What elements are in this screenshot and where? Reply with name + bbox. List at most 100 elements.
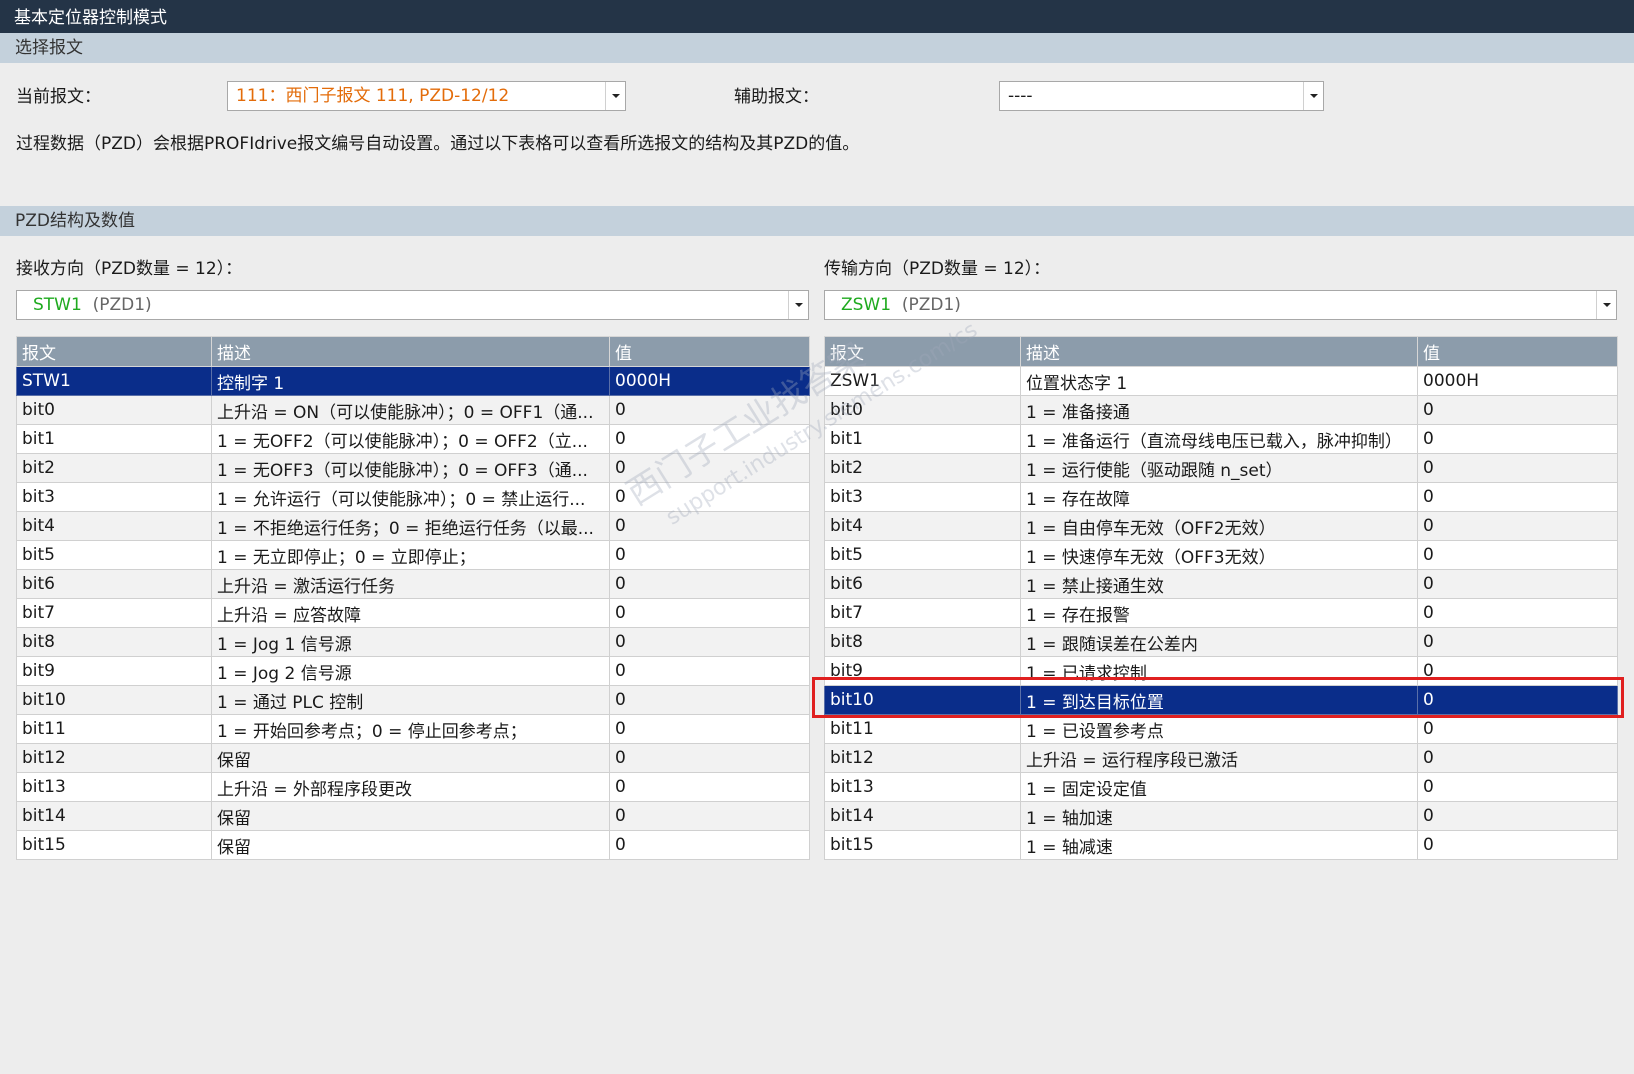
table-row[interactable]: bit2 1 = 无OFF3（可以使能脉冲）；0 = OFF3（通... 0 xyxy=(16,453,810,483)
table-row[interactable]: bit9 1 = 已请求控制 0 xyxy=(824,656,1618,686)
cell-description: 保留 xyxy=(211,801,610,831)
cell-description: 1 = Jog 2 信号源 xyxy=(211,656,610,686)
column-header[interactable]: 描述 xyxy=(1020,336,1418,367)
table-row[interactable]: bit4 1 = 自由停车无效（OFF2无效） 0 xyxy=(824,511,1618,541)
cell-description: 保留 xyxy=(211,830,610,860)
receive-pzd-select[interactable]: STW1 (PZD1) xyxy=(16,290,809,320)
cell-description: 1 = 准备运行（直流母线电压已载入，脉冲抑制） xyxy=(1020,424,1418,454)
table-row[interactable]: bit2 1 = 运行使能（驱动跟随 n_set） 0 xyxy=(824,453,1618,483)
cell-value: 0 xyxy=(609,424,810,454)
cell-description: 1 = 跟随误差在公差内 xyxy=(1020,627,1418,657)
cell-signal: bit15 xyxy=(16,830,212,860)
cell-value: 0 xyxy=(1417,395,1618,425)
cell-value: 0 xyxy=(1417,830,1618,860)
cell-signal: bit8 xyxy=(16,627,212,657)
column-header[interactable]: 描述 xyxy=(211,336,610,367)
cell-value: 0 xyxy=(609,598,810,628)
cell-value: 0 xyxy=(1417,453,1618,483)
cell-description: 1 = 禁止接通生效 xyxy=(1020,569,1418,599)
cell-signal: bit7 xyxy=(16,598,212,628)
table-row[interactable]: bit11 1 = 开始回参考点；0 = 停止回参考点； 0 xyxy=(16,714,810,744)
aux-telegram-select[interactable]: ---- xyxy=(999,81,1324,111)
table-row[interactable]: bit3 1 = 存在故障 0 xyxy=(824,482,1618,512)
cell-signal: bit3 xyxy=(16,482,212,512)
table-row[interactable]: STW1 控制字 1 0000H xyxy=(16,366,810,396)
cell-signal: bit5 xyxy=(16,540,212,570)
table-row[interactable]: bit0 上升沿 = ON（可以使能脉冲）；0 = OFF1（通... 0 xyxy=(16,395,810,425)
table-row[interactable]: bit13 1 = 固定设定值 0 xyxy=(824,772,1618,802)
cell-signal: bit0 xyxy=(824,395,1021,425)
table-row[interactable]: bit7 1 = 存在报警 0 xyxy=(824,598,1618,628)
chevron-down-icon[interactable] xyxy=(605,82,625,110)
cell-value: 0000H xyxy=(1417,366,1618,396)
cell-description: 1 = 固定设定值 xyxy=(1020,772,1418,802)
cell-value: 0000H xyxy=(609,366,810,396)
cell-value: 0 xyxy=(1417,569,1618,599)
table-row[interactable]: bit8 1 = 跟随误差在公差内 0 xyxy=(824,627,1618,657)
table-row[interactable]: bit9 1 = Jog 2 信号源 0 xyxy=(16,656,810,686)
table-row[interactable]: bit0 1 = 准备接通 0 xyxy=(824,395,1618,425)
cell-description: 位置状态字 1 xyxy=(1020,366,1418,396)
table-row[interactable]: bit10 1 = 通过 PLC 控制 0 xyxy=(16,685,810,715)
cell-description: 1 = 开始回参考点；0 = 停止回参考点； xyxy=(211,714,610,744)
cell-description: 1 = 无OFF3（可以使能脉冲）；0 = OFF3（通... xyxy=(211,453,610,483)
table-row[interactable]: bit6 上升沿 = 激活运行任务 0 xyxy=(16,569,810,599)
column-header[interactable]: 值 xyxy=(609,336,810,367)
table-row[interactable]: bit14 1 = 轴加速 0 xyxy=(824,801,1618,831)
cell-value: 0 xyxy=(609,482,810,512)
table-row[interactable]: bit12 保留 0 xyxy=(16,743,810,773)
cell-value: 0 xyxy=(1417,598,1618,628)
table-row[interactable]: bit1 1 = 无OFF2（可以使能脉冲）；0 = OFF2（立... 0 xyxy=(16,424,810,454)
cell-signal: bit0 xyxy=(16,395,212,425)
info-text: 过程数据（PZD）会根据PROFIdrive报文编号自动设置。通过以下表格可以查… xyxy=(16,134,860,154)
table-row[interactable]: bit13 上升沿 = 外部程序段更改 0 xyxy=(16,772,810,802)
transmit-pzd-name: ZSW1 xyxy=(841,295,892,315)
transmit-pzd-select[interactable]: ZSW1 (PZD1) xyxy=(824,290,1617,320)
cell-value: 0 xyxy=(609,830,810,860)
table-row[interactable]: bit5 1 = 快速停车无效（OFF3无效） 0 xyxy=(824,540,1618,570)
table-row[interactable]: bit1 1 = 准备运行（直流母线电压已载入，脉冲抑制） 0 xyxy=(824,424,1618,454)
chevron-down-icon[interactable] xyxy=(1596,291,1616,319)
cell-description: 1 = 无OFF2（可以使能脉冲）；0 = OFF2（立... xyxy=(211,424,610,454)
cell-signal: bit8 xyxy=(824,627,1021,657)
table-row[interactable]: bit8 1 = Jog 1 信号源 0 xyxy=(16,627,810,657)
column-header[interactable]: 报文 xyxy=(824,336,1021,367)
cell-description: 上升沿 = 外部程序段更改 xyxy=(211,772,610,802)
column-header[interactable]: 报文 xyxy=(16,336,212,367)
table-row[interactable]: bit4 1 = 不拒绝运行任务；0 = 拒绝运行任务（以最... 0 xyxy=(16,511,810,541)
table-row[interactable]: bit6 1 = 禁止接通生效 0 xyxy=(824,569,1618,599)
cell-description: 1 = 存在故障 xyxy=(1020,482,1418,512)
table-row[interactable]: bit12 上升沿 = 运行程序段已激活 0 xyxy=(824,743,1618,773)
chevron-down-icon[interactable] xyxy=(788,291,808,319)
transmit-pzd-value: ZSW1 (PZD1) xyxy=(841,291,961,319)
current-telegram-select[interactable]: 111：西门子报文 111, PZD-12/12 xyxy=(227,81,626,111)
cell-signal: bit2 xyxy=(824,453,1021,483)
table-row[interactable]: bit14 保留 0 xyxy=(16,801,810,831)
cell-value: 0 xyxy=(609,685,810,715)
table-row[interactable]: bit7 上升沿 = 应答故障 0 xyxy=(16,598,810,628)
cell-value: 0 xyxy=(1417,656,1618,686)
receive-pzd-name: STW1 xyxy=(33,295,82,315)
current-telegram-label: 当前报文： xyxy=(16,87,101,107)
transmit-direction-label: 传输方向（PZD数量 = 12）： xyxy=(824,259,1051,279)
cell-description: 1 = 自由停车无效（OFF2无效） xyxy=(1020,511,1418,541)
cell-description: 上升沿 = ON（可以使能脉冲）；0 = OFF1（通... xyxy=(211,395,610,425)
chevron-down-icon[interactable] xyxy=(1303,82,1323,110)
cell-value: 0 xyxy=(1417,685,1618,715)
cell-value: 0 xyxy=(1417,714,1618,744)
table-row[interactable]: bit15 1 = 轴减速 0 xyxy=(824,830,1618,860)
table-row[interactable]: bit11 1 = 已设置参考点 0 xyxy=(824,714,1618,744)
cell-description: 1 = 无立即停止；0 = 立即停止； xyxy=(211,540,610,570)
cell-description: 1 = 准备接通 xyxy=(1020,395,1418,425)
table-header-row: 报文 描述值 xyxy=(16,336,810,367)
table-row[interactable]: ZSW1 位置状态字 1 0000H xyxy=(824,366,1618,396)
table-row[interactable]: bit3 1 = 允许运行（可以使能脉冲）；0 = 禁止运行... 0 xyxy=(16,482,810,512)
column-header[interactable]: 值 xyxy=(1417,336,1618,367)
cell-value: 0 xyxy=(609,395,810,425)
table-row[interactable]: bit10 1 = 到达目标位置 0 xyxy=(824,685,1618,715)
cell-signal: bit10 xyxy=(16,685,212,715)
table-row[interactable]: bit15 保留 0 xyxy=(16,830,810,860)
cell-signal: bit13 xyxy=(824,772,1021,802)
table-row[interactable]: bit5 1 = 无立即停止；0 = 立即停止； 0 xyxy=(16,540,810,570)
table-header-row: 报文 描述值 xyxy=(824,336,1618,367)
